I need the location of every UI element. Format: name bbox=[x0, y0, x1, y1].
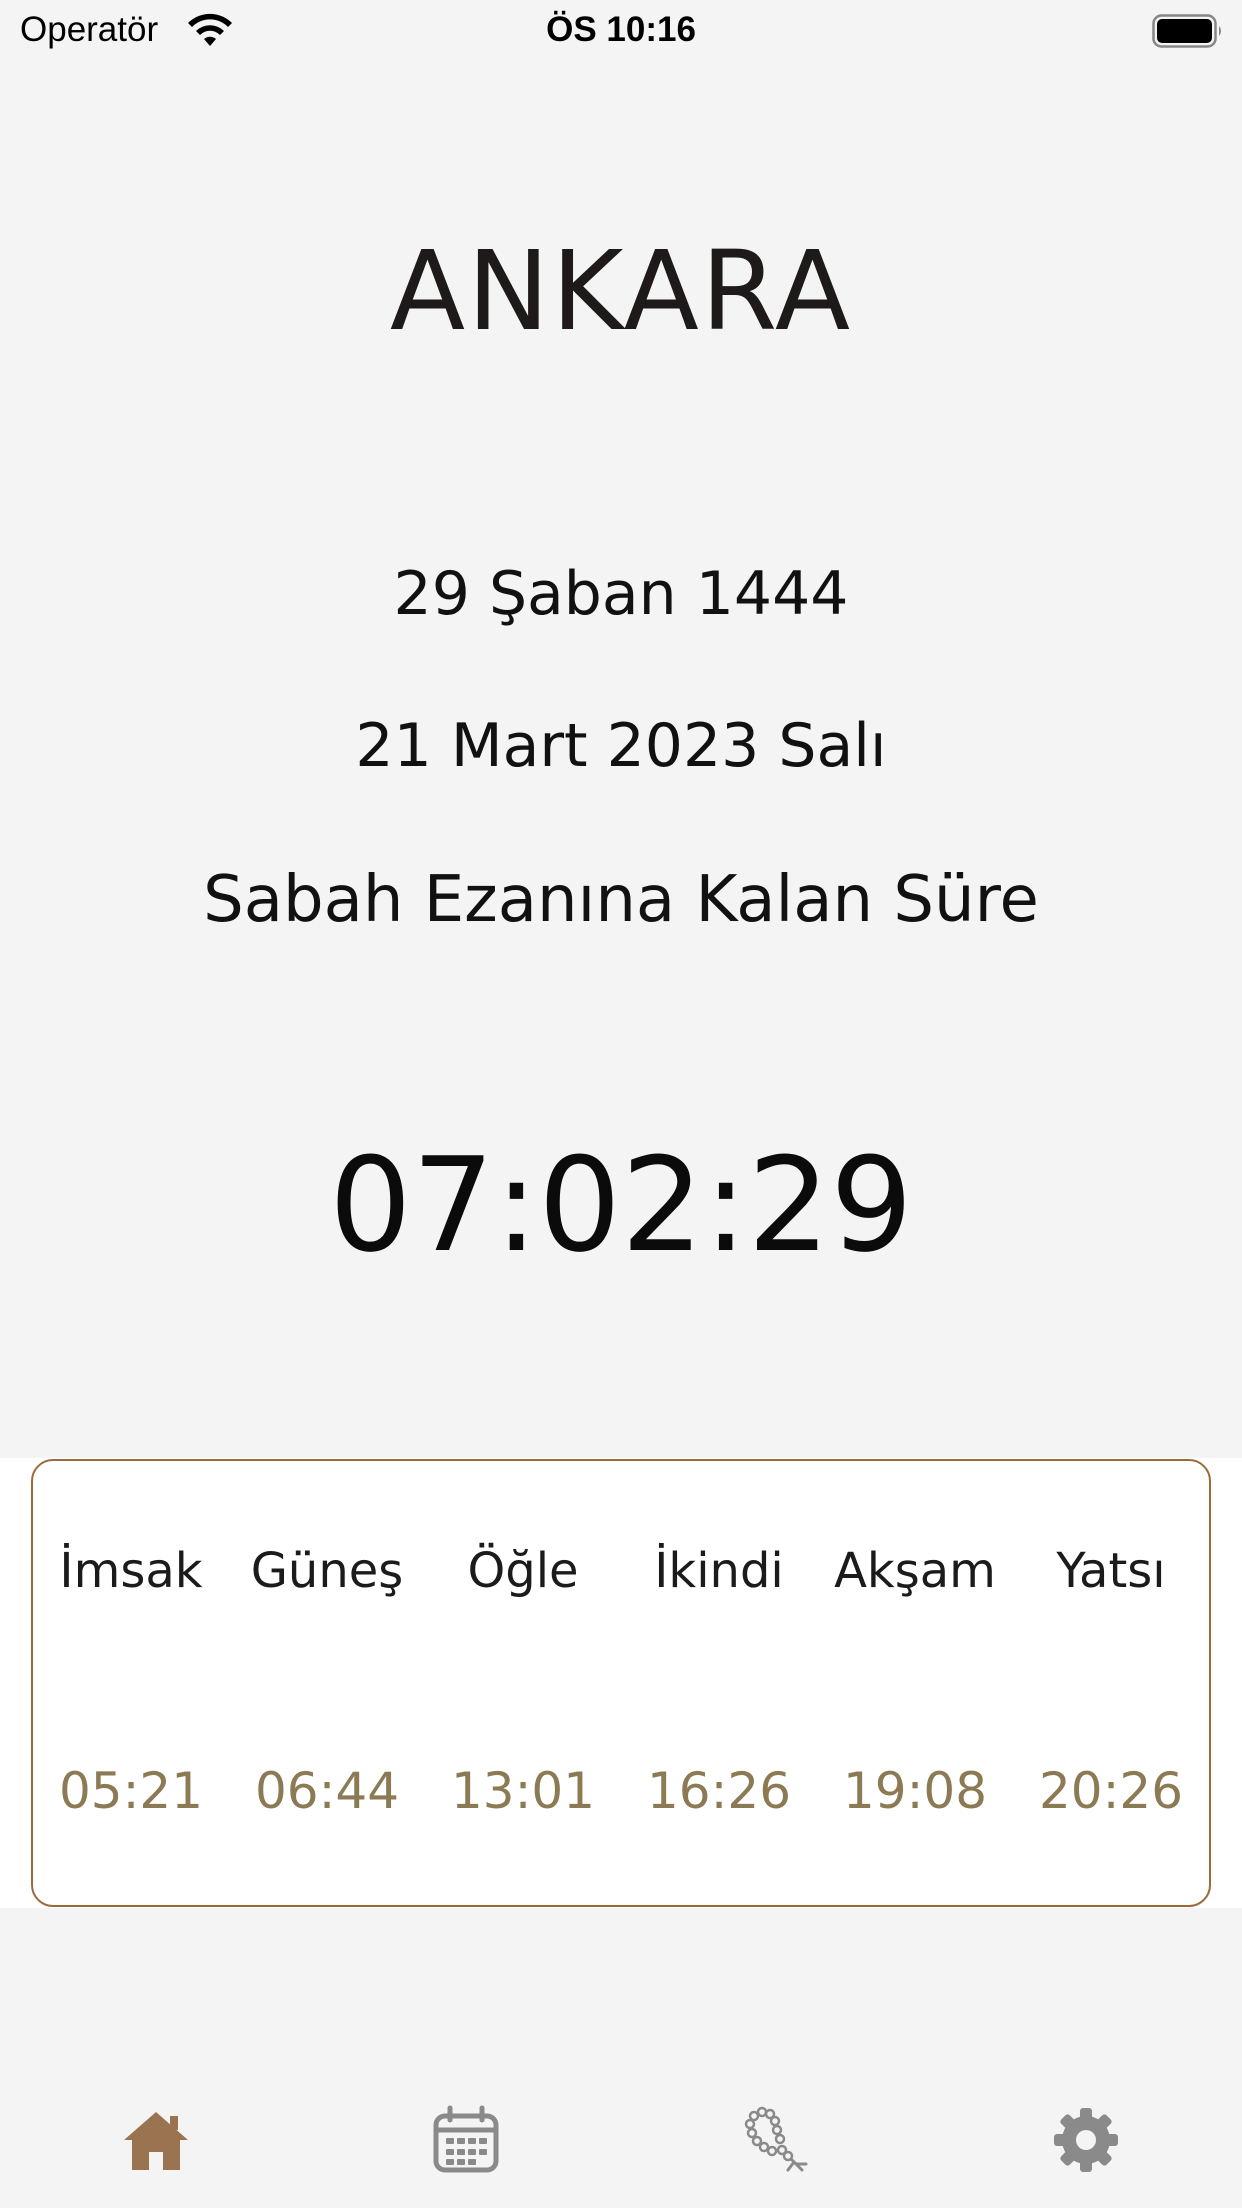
prayer-time-gunes: 06:44 bbox=[254, 1762, 400, 1820]
tab-calendar[interactable] bbox=[426, 2100, 506, 2180]
countdown-timer: 07:02:29 bbox=[329, 1129, 913, 1281]
prayer-name-ikindi: İkindi bbox=[654, 1543, 784, 1599]
prayer-time-ikindi: 16:26 bbox=[646, 1762, 792, 1820]
status-time: ÖS 10:16 bbox=[546, 10, 696, 49]
prayer-name-gunes: Güneş bbox=[250, 1543, 404, 1599]
prayer-beads-icon bbox=[744, 2106, 808, 2172]
prayer-name-yatsi: Yatsı bbox=[1056, 1543, 1166, 1599]
prayer-name-imsak: İmsak bbox=[59, 1543, 203, 1599]
prayer-times-card: İmsak Güneş Öğle İkindi Akşam Yatsı 05:2… bbox=[31, 1459, 1211, 1907]
prayer-time-imsak: 05:21 bbox=[58, 1762, 204, 1820]
hijri-date: 29 Şaban 1444 bbox=[393, 559, 849, 629]
city-title: ANKARA bbox=[389, 227, 853, 355]
prayer-names-row: İmsak Güneş Öğle İkindi Akşam Yatsı bbox=[33, 1541, 1209, 1601]
prayer-name-aksam: Akşam bbox=[834, 1543, 996, 1599]
prayer-time-yatsi: 20:26 bbox=[1038, 1762, 1184, 1820]
prayer-time-ogle: 13:01 bbox=[450, 1762, 596, 1820]
tab-prayer-beads[interactable] bbox=[736, 2100, 816, 2180]
home-icon bbox=[124, 2112, 188, 2170]
prayer-time-aksam: 19:08 bbox=[842, 1762, 988, 1820]
prayer-name-ogle: Öğle bbox=[467, 1543, 579, 1599]
battery-icon bbox=[1152, 14, 1221, 48]
countdown-label: Sabah Ezanına Kalan Süre bbox=[203, 863, 1039, 937]
gear-icon bbox=[1054, 2108, 1118, 2172]
tab-bar bbox=[0, 2060, 1242, 2208]
status-bar: Operatör ÖS 10:16 bbox=[0, 0, 1242, 62]
tab-home[interactable] bbox=[116, 2100, 196, 2180]
tab-settings[interactable] bbox=[1046, 2100, 1126, 2180]
gregorian-date: 21 Mart 2023 Salı bbox=[355, 711, 887, 781]
prayer-times-row: 05:21 06:44 13:01 16:26 19:08 20:26 bbox=[33, 1761, 1209, 1821]
calendar-icon bbox=[433, 2105, 499, 2173]
